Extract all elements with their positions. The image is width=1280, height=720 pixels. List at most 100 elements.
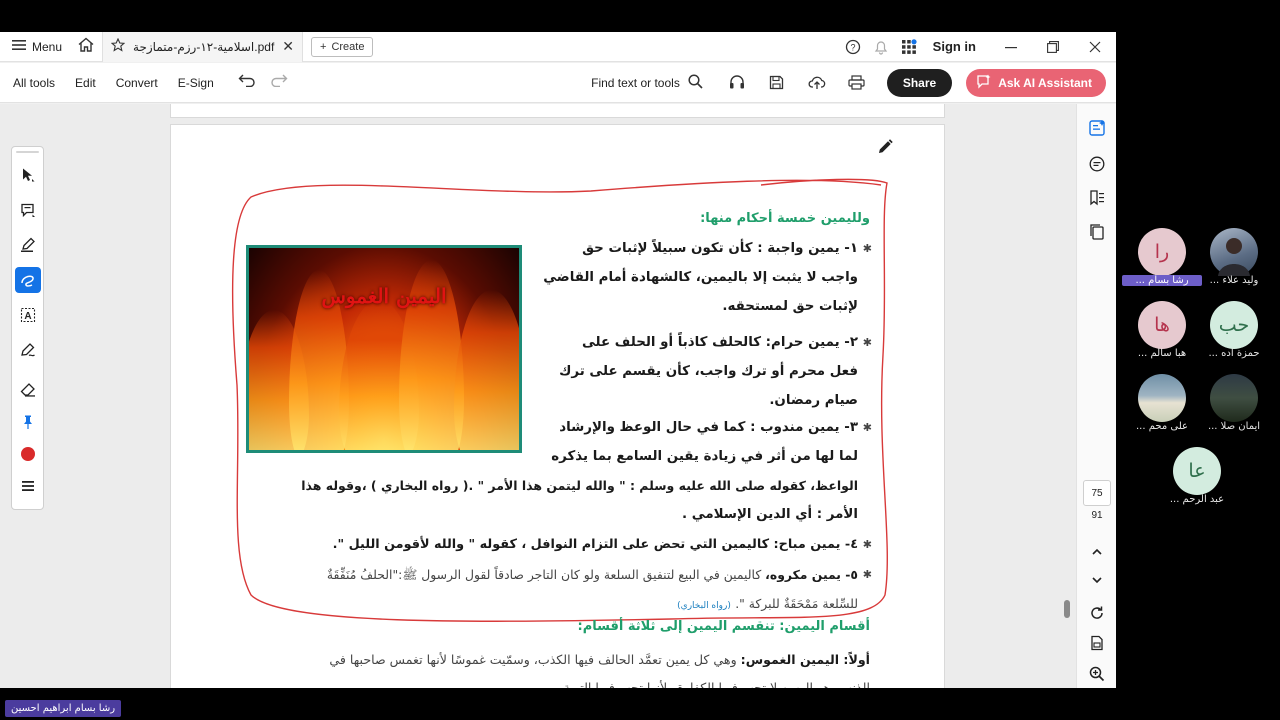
item1-line3: لإثبات حق لمستحقه. (722, 299, 858, 314)
vertical-scrollbar[interactable] (1064, 600, 1070, 618)
chevron-up-icon[interactable] (1085, 540, 1109, 564)
print-icon[interactable] (839, 68, 875, 98)
pin-icon[interactable] (15, 409, 41, 435)
participant-tile[interactable]: وليد علاء ... (1194, 228, 1274, 290)
close-window-icon[interactable] (1074, 32, 1116, 62)
text-box-icon[interactable]: A (15, 302, 41, 328)
panel-grip[interactable] (16, 151, 39, 153)
first-type-bold: أولاً: اليمين الغموس: (740, 652, 870, 667)
bookmarks-icon[interactable] (1085, 186, 1109, 210)
document-viewport[interactable]: ولليمين خمسة أحكام منها: اليمين الغموس ✱… (0, 104, 1076, 688)
minimize-icon[interactable] (990, 32, 1032, 62)
participant-name: على محم ... (1136, 421, 1188, 432)
help-icon[interactable]: ? (839, 32, 867, 62)
color-picker-icon[interactable] (15, 441, 41, 467)
svg-text:A: A (24, 311, 31, 322)
all-tools-menu[interactable]: All tools (0, 63, 65, 103)
item1-line2: واجب لا يثبت إلا باليمين، كالشهادة أمام … (543, 270, 858, 285)
freehand-draw-icon[interactable] (15, 267, 41, 293)
esign-menu[interactable]: E-Sign (168, 63, 224, 103)
undo-icon[interactable] (238, 73, 256, 92)
refresh-icon[interactable] (1085, 601, 1109, 625)
current-page-input[interactable]: 75 (1083, 480, 1111, 506)
title-bar-right: ? Sign in (839, 32, 1116, 62)
item1-line1: ١- يمين واجبة : كأن تكون سبيلاً لإثبات ح… (582, 241, 858, 256)
participant-tile[interactable]: ها هبا سالم ... (1122, 301, 1202, 363)
participant-name: عبد الرحم ... (1169, 494, 1225, 505)
comment-icon[interactable] (15, 197, 41, 223)
previous-page-edge (170, 104, 945, 118)
menu-button[interactable]: Menu (0, 32, 70, 62)
share-button[interactable]: Share (886, 68, 953, 97)
main-toolbar: All tools Edit Convert E-Sign Find text … (0, 63, 1116, 103)
participant-tile[interactable]: را رشا بسام ... (1122, 228, 1202, 290)
bullet-icon: ✱ (862, 422, 872, 434)
flame-image: اليمين الغموس (246, 245, 522, 453)
comments-panel-icon[interactable] (1085, 152, 1109, 176)
apps-icon[interactable] (895, 32, 923, 62)
chevron-down-icon[interactable] (1085, 568, 1109, 592)
participant-tile[interactable]: عا عبد الرحم ... (1157, 447, 1237, 509)
highlight-pen-icon[interactable] (15, 232, 41, 258)
bullet-icon: ✱ (862, 569, 872, 581)
avatar-photo (1138, 374, 1186, 422)
toolbar-right: Find text or tools Share Ask AI Assistan… (591, 68, 1116, 98)
restore-icon[interactable] (1032, 32, 1074, 62)
bullet-icon: ✱ (862, 539, 872, 551)
first-type-line1: أولاً: اليمين الغموس: وهي كل يمين تعمَّد… (329, 645, 870, 674)
zoom-in-icon[interactable] (1085, 662, 1109, 686)
pdf-page[interactable]: ولليمين خمسة أحكام منها: اليمين الغموس ✱… (170, 124, 945, 688)
avatar: حب (1210, 301, 1258, 349)
participant-tile[interactable]: حب حمزة اده ... (1194, 301, 1274, 363)
item5-line1: ٥- يمين مكروه، كاليمين في البيع لتنفيق ا… (327, 560, 858, 589)
avatar-photo (1210, 374, 1258, 422)
total-pages: 91 (1091, 510, 1103, 521)
bullet-icon: ✱ (862, 243, 872, 255)
ask-ai-assistant-button[interactable]: Ask AI Assistant (966, 68, 1106, 97)
home-icon (78, 37, 94, 57)
avatar-photo (1210, 228, 1258, 276)
upload-cloud-icon[interactable] (799, 68, 835, 98)
plus-icon: + (320, 40, 327, 53)
create-button[interactable]: + Create (311, 36, 374, 57)
avatar: ها (1138, 301, 1186, 349)
item4: ٤- يمين مباح: كاليمين التي تحض على التزا… (332, 537, 858, 552)
sign-in-button[interactable]: Sign in (923, 39, 990, 54)
quick-tools-panel: A (11, 146, 44, 510)
read-aloud-icon[interactable] (719, 68, 755, 98)
title-bar: Menu اسلامية-١٢-رزم-متمازجة.pdf ✕ + Crea… (0, 32, 1116, 62)
participant-name: ايمان صلا ... (1207, 421, 1261, 432)
item3-line3: الواعظ، كقوله صلى الله عليه وسلم : " وال… (301, 478, 858, 493)
save-icon[interactable] (759, 68, 795, 98)
find-label: Find text or tools (591, 75, 680, 90)
create-label: Create (331, 40, 365, 53)
edit-pdf-icon[interactable] (1085, 116, 1109, 140)
eraser-icon[interactable] (15, 377, 41, 403)
first-type-line2-text: الذنب وهو اليمين لا تجب فيها الكفارة ولأ… (559, 680, 870, 688)
item3-line2: لما لها من أثر في زيادة يقين السامع بما … (551, 449, 858, 464)
star-icon[interactable] (110, 37, 126, 55)
item5-line2-text: للسِّلعة مَمْحَقَةٌ للبركة ". (735, 596, 858, 611)
more-options-icon[interactable] (15, 473, 41, 499)
page-thumbnails-icon[interactable] (1085, 631, 1109, 655)
participant-tile[interactable]: على محم ... (1122, 374, 1202, 436)
participant-tile[interactable]: ايمان صلا ... (1194, 374, 1274, 436)
edit-menu[interactable]: Edit (65, 63, 106, 103)
bell-icon[interactable] (867, 32, 895, 62)
select-cursor-icon[interactable] (15, 162, 41, 188)
close-tab-icon[interactable]: ✕ (282, 38, 294, 55)
convert-menu[interactable]: Convert (106, 63, 168, 103)
find-tools-search[interactable]: Find text or tools (591, 73, 715, 92)
redo-icon[interactable] (270, 73, 288, 92)
svg-text:?: ? (850, 42, 855, 52)
item5-rest: كاليمين في البيع لتنفيق السلعة ولو كان ا… (326, 567, 766, 582)
menu-label: Menu (32, 39, 63, 54)
screen: Menu اسلامية-١٢-رزم-متمازجة.pdf ✕ + Crea… (0, 0, 1280, 720)
hamburger-icon (12, 39, 26, 54)
copy-pages-icon[interactable] (1085, 220, 1109, 244)
flame-shape (454, 290, 519, 450)
fill-sign-icon[interactable] (15, 337, 41, 363)
tab-document[interactable]: اسلامية-١٢-رزم-متمازجة.pdf ✕ (102, 32, 304, 62)
item5-line2: للسِّلعة مَمْحَقَةٌ للبركة ". (رواه البخ… (677, 589, 858, 621)
home-button[interactable] (70, 32, 102, 62)
